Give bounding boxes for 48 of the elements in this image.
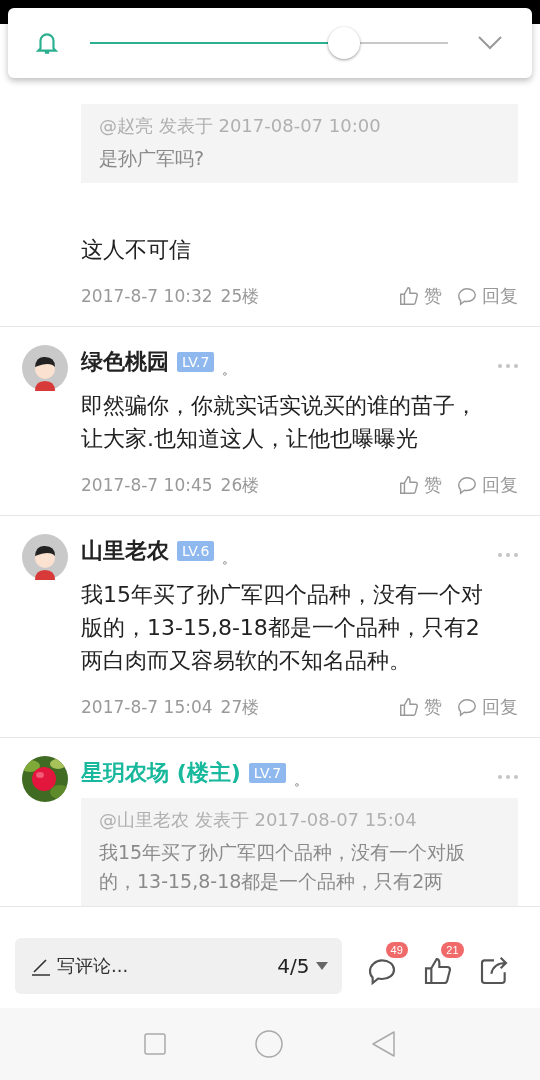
comment-field[interactable]: 写评论... 4/5: [15, 938, 342, 994]
speech-bubble-icon: [456, 696, 478, 718]
page-indicator[interactable]: 4/5: [277, 954, 310, 978]
reply-button[interactable]: 回复: [456, 695, 518, 719]
like-button[interactable]: 赞: [398, 695, 442, 719]
small-mark: 。: [222, 361, 237, 379]
slider-thumb[interactable]: [328, 27, 361, 59]
post-time: 2017-8-7 10:32: [81, 286, 213, 306]
user-name[interactable]: 山里老农: [81, 536, 169, 566]
quote-header: @山里老农 发表于 2017-08-07 15:04: [99, 808, 418, 832]
quote-header: @赵亮 发表于 2017-08-07 10:00: [99, 114, 382, 138]
reply-button[interactable]: 回复: [456, 473, 518, 497]
home-icon[interactable]: [255, 1030, 283, 1058]
user-name[interactable]: 绿色桃园: [81, 347, 169, 377]
bell-icon[interactable]: [34, 30, 60, 56]
thumbs-up-icon: [398, 696, 420, 718]
like-button[interactable]: 赞: [398, 284, 442, 308]
recent-apps-icon[interactable]: [144, 1033, 167, 1055]
chevron-down-icon[interactable]: [478, 36, 502, 50]
floor-number: 25楼: [220, 284, 260, 308]
thumbs-up-icon: [398, 285, 420, 307]
thumbs-up-icon: [398, 474, 420, 496]
comment-text: 即然骗你，你就实话实说买的谁的苗子，让大家.也知道这人，让他也曝曝光: [81, 392, 478, 453]
small-mark: 。: [294, 772, 309, 790]
comment-text: 这人不可信: [81, 236, 192, 264]
like-post-button[interactable]: 21: [421, 942, 470, 990]
level-badge: LV.6: [177, 541, 215, 561]
reply-button[interactable]: 回复: [456, 284, 518, 308]
small-mark: 。: [222, 550, 237, 568]
pencil-icon: [31, 956, 51, 976]
speech-bubble-icon: [456, 474, 478, 496]
post-time: 2017-8-7 10:45: [81, 475, 213, 495]
level-badge: LV.7: [177, 352, 215, 372]
like-button[interactable]: 赞: [398, 473, 442, 497]
floor-number: 27楼: [220, 695, 260, 719]
floor-number: 26楼: [220, 473, 260, 497]
post-time: 2017-8-7 15:04: [81, 697, 213, 717]
comment-count: 49: [385, 942, 408, 958]
comment-text: 我15年买了孙广军四个品种，没有一个对版的，13-15,8-18都是一个品种，只有2两白肉而又容易软的不知名品种。: [81, 581, 484, 675]
quote-text: 是孙广军吗?: [99, 146, 206, 171]
quote-text: 我15年买了孙广军四个品种，没有一个对版的，13-15,8-18都是一个品种，只有2两: [99, 840, 467, 894]
speech-bubble-icon: [456, 285, 478, 307]
back-icon[interactable]: [371, 1031, 396, 1057]
comments-button[interactable]: 49: [365, 942, 414, 990]
like-count: 21: [441, 942, 464, 958]
dropdown-caret-icon[interactable]: [315, 962, 328, 970]
level-badge: LV.7: [248, 763, 287, 783]
user-name[interactable]: 星玥农场 (楼主): [81, 758, 241, 788]
